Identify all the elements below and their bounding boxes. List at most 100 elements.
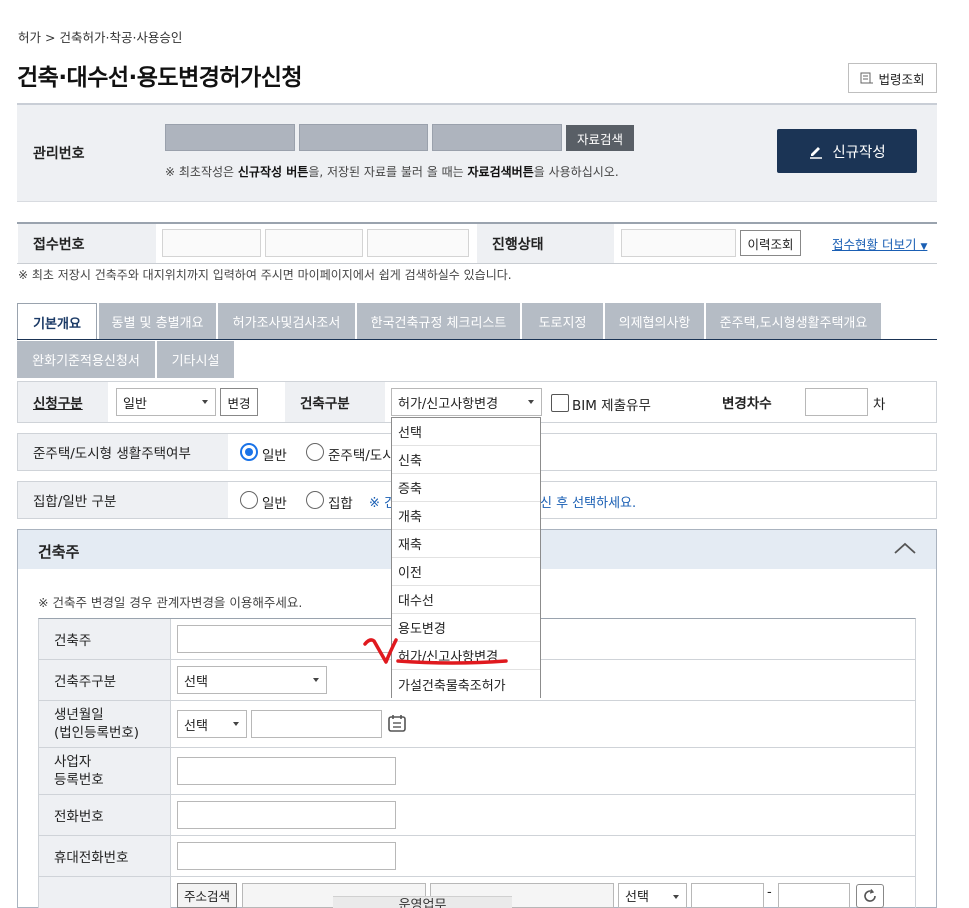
birth-label: 생년월일 (법인등록번호) <box>39 701 171 748</box>
breadcrumb-root[interactable]: 허가 <box>18 30 41 45</box>
receipt-note: ※ 최초 저장시 건축주와 대지위치까지 입력하여 주시면 마이페이지에서 쉽게… <box>18 268 512 282</box>
mobile-input[interactable] <box>177 842 396 870</box>
row-divider <box>171 747 916 748</box>
tab-relaxation-application[interactable]: 완화기준적용신청서 <box>17 341 155 378</box>
dropdown-option-select[interactable]: 선택 <box>392 418 540 446</box>
housing-radio-semi[interactable] <box>306 443 324 461</box>
business-number-input[interactable] <box>177 757 396 785</box>
phone-input[interactable] <box>177 801 396 829</box>
tab-semi-housing-overview[interactable]: 준주택,도시형생활주택개요 <box>706 303 881 340</box>
row-divider <box>171 794 916 795</box>
application-type-label: 신청구분 <box>18 382 108 422</box>
chevron-down-icon <box>233 722 239 726</box>
tab-building-floor-overview[interactable]: 동별 및 층별개요 <box>99 303 216 340</box>
address-search-button[interactable]: 주소검색 <box>177 883 237 908</box>
housing-radio-general[interactable] <box>240 443 258 461</box>
chevron-up-icon[interactable] <box>893 541 917 555</box>
change-count-input[interactable] <box>805 388 868 416</box>
address-label <box>39 877 171 908</box>
row-divider <box>171 659 916 660</box>
birth-input[interactable] <box>251 710 382 738</box>
chevron-down-icon <box>673 895 679 899</box>
collective-note-end: 신 후 선택하세요. <box>540 496 637 511</box>
receipt-number-field-1[interactable] <box>162 229 261 257</box>
breadcrumb-separator: > <box>45 30 56 45</box>
collective-radio-collective[interactable] <box>306 491 324 509</box>
triangle-down-icon: ▼ <box>920 242 928 252</box>
data-search-button[interactable]: 자료검색 <box>566 125 634 151</box>
change-button[interactable]: 변경 <box>220 388 258 416</box>
tab-other-facilities[interactable]: 기타시설 <box>157 341 234 378</box>
collective-radio-general[interactable] <box>240 491 258 509</box>
receipt-number-field-2[interactable] <box>265 229 363 257</box>
mobile-label: 휴대전화번호 <box>39 836 171 877</box>
receipt-more-link[interactable]: 접수현황 더보기 ▼ <box>832 234 927 253</box>
dropdown-option-extension[interactable]: 증축 <box>392 474 540 502</box>
receipt-number-field-3[interactable] <box>367 229 469 257</box>
housing-label: 준주택/도시형 생활주택여부 <box>18 434 228 470</box>
receipt-number-label: 접수번호 <box>18 224 156 263</box>
law-book-icon <box>860 72 874 84</box>
owner-label: 건축주 <box>39 619 171 660</box>
pencil-icon <box>810 147 823 159</box>
chevron-down-icon <box>313 678 319 682</box>
status-field <box>621 229 736 257</box>
housing-option-general: 일반 <box>262 448 287 464</box>
address-select[interactable]: 선택 <box>618 883 687 908</box>
building-type-select[interactable]: 허가/신고사항변경 <box>391 388 542 416</box>
management-number-label: 관리번호 <box>33 146 85 162</box>
tab-building-code-checklist[interactable]: 한국건축규정 체크리스트 <box>357 303 520 340</box>
tabs-divider <box>17 339 937 340</box>
business-number-label: 사업자 등록번호 <box>39 748 171 795</box>
row-divider <box>171 700 916 701</box>
building-type-label: 건축구분 <box>285 382 385 422</box>
floating-bar-text: 운영업무 <box>398 898 447 908</box>
new-create-button[interactable]: 신규작성 <box>777 129 917 173</box>
tab-permit-inspection[interactable]: 허가조사및검사조서 <box>218 303 355 340</box>
owner-type-select[interactable]: 선택 <box>177 666 327 694</box>
dropdown-option-rebuild[interactable]: 재축 <box>392 530 540 558</box>
calendar-icon[interactable] <box>387 713 407 733</box>
tab-basic-overview[interactable]: 기본개요 <box>17 303 97 340</box>
row-divider <box>171 876 916 877</box>
bim-checkbox[interactable] <box>551 394 569 412</box>
refresh-button[interactable] <box>856 884 884 908</box>
dropdown-option-major-repair[interactable]: 대수선 <box>392 586 540 614</box>
collective-option-general: 일반 <box>262 496 287 512</box>
breadcrumb-current[interactable]: 건축허가·착공·사용승인 <box>59 30 182 45</box>
new-create-label: 신규작성 <box>832 144 886 161</box>
chevron-down-icon <box>202 400 208 404</box>
dropdown-option-temporary-building[interactable]: 가설건축물축조허가 <box>392 670 540 698</box>
dropdown-option-relocation[interactable]: 이전 <box>392 558 540 586</box>
collective-option-collective: 집합 <box>328 496 353 512</box>
builder-note: ※ 건축주 변경일 경우 관계자변경을 이용해주세요. <box>38 595 303 610</box>
chevron-down-icon <box>528 400 534 404</box>
breadcrumb: 허가 > 건축허가·착공·사용승인 <box>18 27 182 46</box>
tab-road-designation[interactable]: 도로지정 <box>522 303 603 340</box>
floating-bar[interactable]: 운영업무 <box>333 896 512 908</box>
builder-panel-title: 건축주 <box>38 543 80 561</box>
change-count-unit: 차 <box>873 397 886 413</box>
address-number-2[interactable] <box>778 883 850 908</box>
birth-type-select[interactable]: 선택 <box>177 710 247 738</box>
management-number-field-1[interactable] <box>165 124 295 151</box>
tab-deemed-consultation[interactable]: 의제협의사항 <box>605 303 704 340</box>
management-note: ※ 최초작성은 신규작성 버튼을, 저장된 자료를 불러 올 때는 자료검색버튼… <box>165 165 619 179</box>
housing-option-semi: 준주택/도시 <box>328 448 395 464</box>
status-label: 진행상태 <box>477 224 614 263</box>
page-title: 건축·대수선·용도변경허가신청 <box>17 65 303 91</box>
law-lookup-label: 법령조회 <box>878 71 925 87</box>
row-divider <box>171 835 916 836</box>
dropdown-option-reconstruction[interactable]: 개축 <box>392 502 540 530</box>
management-number-field-3[interactable] <box>432 124 562 151</box>
change-count-label: 변경차수 <box>707 382 797 422</box>
dropdown-option-new[interactable]: 신축 <box>392 446 540 474</box>
application-type-select[interactable]: 일반 <box>116 388 216 416</box>
collective-label: 집합/일반 구분 <box>18 482 228 518</box>
history-button[interactable]: 이력조회 <box>740 230 801 256</box>
phone-label: 전화번호 <box>39 795 171 836</box>
management-number-field-2[interactable] <box>299 124 428 151</box>
bim-label: BIM 제출유무 <box>572 398 651 414</box>
address-number-1[interactable] <box>691 883 764 908</box>
law-lookup-button[interactable]: 법령조회 <box>848 63 937 93</box>
